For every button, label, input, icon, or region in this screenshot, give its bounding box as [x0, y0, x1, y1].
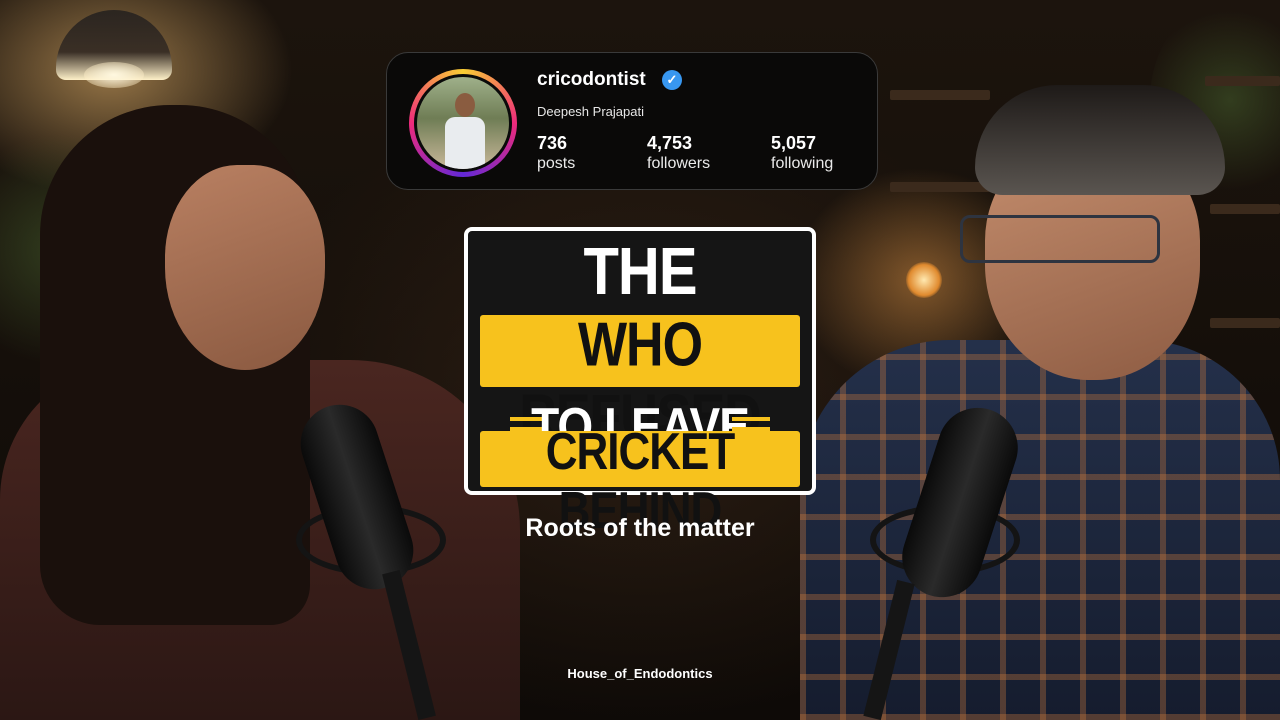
- stat-followers: 4,753 followers: [647, 133, 710, 173]
- shelf: [1210, 318, 1280, 328]
- story-ring: [409, 69, 517, 177]
- stat-posts: 736 posts: [537, 133, 575, 173]
- shelf: [890, 90, 990, 100]
- verified-badge-icon: ✓: [662, 70, 682, 90]
- stat-following: 5,057 following: [771, 133, 833, 173]
- dash-decoration: [732, 417, 770, 421]
- profile-display-name: Deepesh Prajapati: [537, 104, 644, 119]
- subtitle: Roots of the matter: [525, 514, 755, 542]
- stat-label: posts: [537, 155, 576, 172]
- stat-value: 736: [537, 133, 568, 153]
- stat-label: followers: [647, 155, 711, 172]
- profile-username: cricodontist: [537, 69, 646, 90]
- stat-value: 4,753: [647, 133, 693, 153]
- channel-name: House_of_Endodontics: [567, 666, 713, 681]
- stat-label: following: [771, 155, 834, 172]
- lamp-light: [84, 62, 144, 88]
- title-board: THE DENTIST WHO REFUSED TO LEAVE CRICKET…: [464, 227, 816, 540]
- avatar: [414, 74, 512, 172]
- shelf-lamp: [906, 262, 942, 298]
- stat-value: 5,057: [771, 133, 817, 153]
- shelf: [1210, 204, 1280, 214]
- profile-card: cricodontist ✓ Deepesh Prajapati 736 pos…: [386, 52, 878, 190]
- shelf: [890, 182, 990, 192]
- guest-man-hair: [975, 85, 1225, 195]
- glasses: [960, 215, 1160, 263]
- shelf: [1205, 76, 1280, 86]
- host-woman-face: [165, 165, 325, 370]
